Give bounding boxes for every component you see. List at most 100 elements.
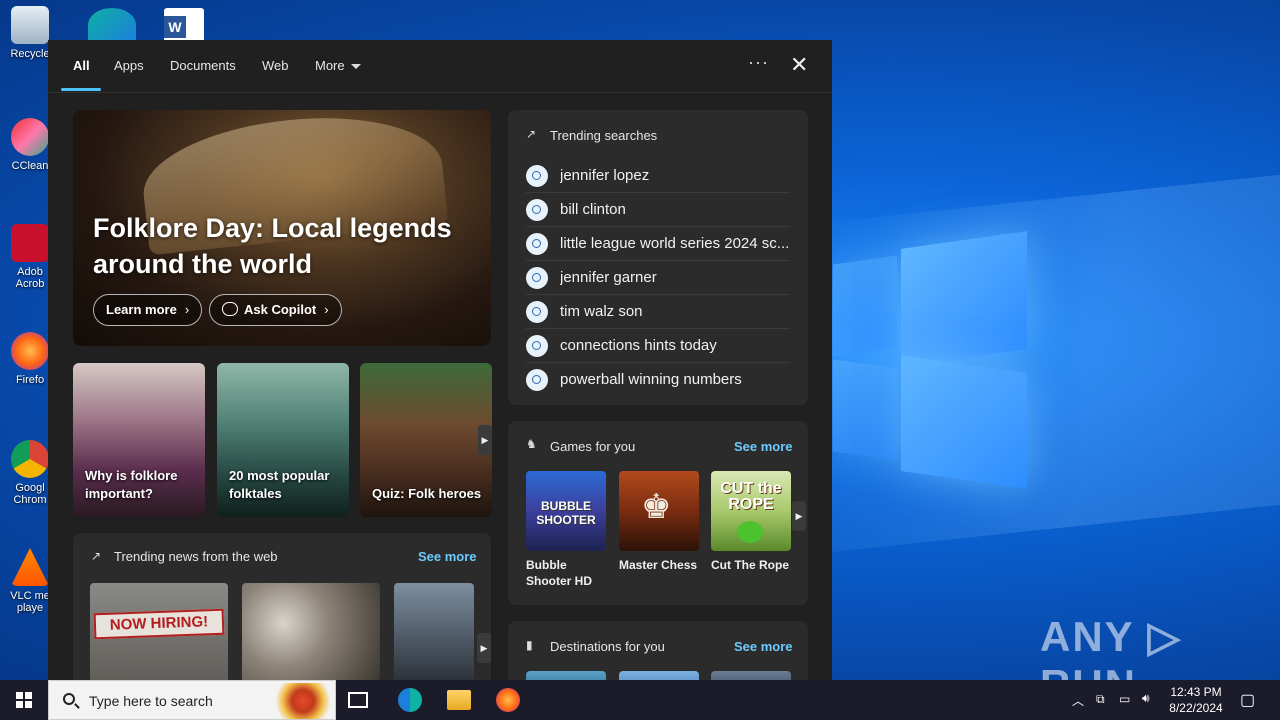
trending-search-text: bill clinton	[560, 201, 626, 218]
trending-search-item[interactable]: jennifer garner	[526, 261, 790, 295]
learn-more-label: Learn more	[106, 302, 177, 317]
search-icon	[526, 233, 548, 255]
clock-time: 12:43 PM	[1170, 685, 1222, 699]
search-icon	[526, 165, 548, 187]
trending-search-item[interactable]: bill clinton	[526, 193, 790, 227]
trending-search-item[interactable]: connections hints today	[526, 329, 790, 363]
close-icon[interactable]: ✕	[790, 52, 808, 78]
section-title: Trending news from the web	[114, 549, 278, 564]
trending-search-item[interactable]: little league world series 2024 sc...	[526, 227, 790, 261]
card-label: Quiz: Folk heroes	[372, 486, 482, 501]
firefox-icon[interactable]	[496, 688, 520, 712]
learn-more-button[interactable]: Learn more ›	[93, 294, 203, 326]
destinations-section: ▮ Destinations for you See more	[508, 621, 808, 680]
chrome-icon	[11, 440, 49, 478]
windows-logo-wallpaper	[833, 231, 1033, 489]
hero-banner[interactable]: Folklore Day: Local legends around the w…	[73, 110, 491, 346]
game-bubble-shooter[interactable]: BUBBLE SHOOTER Bubble Shooter HD	[526, 471, 606, 589]
network-icon[interactable]: ▭	[1119, 692, 1130, 706]
chevron-up-icon[interactable]: ︿	[1072, 692, 1084, 709]
see-more-link[interactable]: See more	[734, 639, 793, 654]
destination-thumbnail[interactable]	[619, 671, 699, 680]
tab-more[interactable]: More	[315, 58, 361, 73]
word-document-icon[interactable]: W	[164, 8, 204, 42]
meet-now-icon[interactable]: ⧉	[1096, 692, 1105, 707]
om-nom-icon	[737, 521, 763, 543]
news-thumbnail[interactable]: NOW HIRING!	[90, 583, 228, 680]
see-more-link[interactable]: See more	[734, 439, 793, 454]
game-master-chess[interactable]: ♚ Master Chess	[619, 471, 699, 573]
search-tabs: All Apps Documents Web More ··· ✕	[48, 40, 832, 93]
clock[interactable]: 12:43 PM 8/22/2024	[1160, 684, 1232, 716]
desktop-icon-label: Recycle	[10, 48, 50, 60]
desktop-icon-label: CClean	[11, 160, 49, 172]
volume-icon[interactable]: 🔊︎	[1142, 691, 1150, 706]
ask-copilot-button[interactable]: Ask Copilot ›	[209, 294, 342, 326]
edge-icon[interactable]	[398, 688, 422, 712]
tab-all[interactable]: All	[73, 58, 90, 73]
caret-down-icon	[350, 64, 361, 70]
game-thumbnail: CUT the ROPE	[711, 471, 791, 551]
game-cut-the-rope[interactable]: CUT the ROPE Cut The Rope	[711, 471, 791, 573]
trending-search-text: jennifer garner	[560, 269, 657, 286]
search-placeholder: Type here to search	[89, 693, 213, 709]
trending-search-text: connections hints today	[560, 337, 717, 354]
task-view-icon[interactable]	[348, 692, 368, 708]
search-icon	[63, 693, 75, 705]
desktop-icon-label: Firefo	[15, 374, 45, 386]
ccleaner-icon	[11, 118, 49, 156]
firefox-icon	[11, 332, 49, 370]
game-name: Master Chess	[619, 558, 698, 572]
tab-documents[interactable]: Documents	[170, 58, 236, 73]
trending-news-section: ↗ Trending news from the web See more NO…	[73, 533, 491, 680]
tab-apps[interactable]: Apps	[114, 58, 144, 73]
trending-search-item[interactable]: powerball winning numbers	[526, 363, 790, 397]
search-icon	[526, 335, 548, 357]
now-hiring-sign: NOW HIRING!	[93, 608, 225, 640]
game-thumbnail: BUBBLE SHOOTER	[526, 471, 606, 551]
trending-search-item[interactable]: jennifer lopez	[526, 159, 790, 193]
search-icon	[526, 267, 548, 289]
news-next-arrow-icon[interactable]: ▶	[477, 633, 491, 663]
see-more-link[interactable]: See more	[418, 549, 477, 564]
game-art-text: CUT the ROPE	[720, 480, 782, 513]
card-folklore-important[interactable]: Why is folklore important?	[73, 363, 205, 517]
game-name: Bubble Shooter HD	[526, 558, 592, 588]
card-popular-folktales[interactable]: 20 most popular folktales	[217, 363, 349, 517]
trending-search-text: little league world series 2024 sc...	[560, 235, 790, 252]
card-quiz-folk-heroes[interactable]: Quiz: Folk heroes	[360, 363, 492, 517]
chevron-right-icon: ›	[184, 302, 190, 317]
recycle-bin-icon	[11, 6, 49, 44]
windows-icon	[16, 692, 32, 708]
more-options-icon[interactable]: ···	[748, 52, 769, 73]
desktop-icon-label: Adob Acrob	[15, 266, 45, 290]
trending-search-text: powerball winning numbers	[560, 371, 742, 388]
section-title: Trending searches	[550, 128, 658, 143]
clock-date: 8/22/2024	[1169, 701, 1223, 715]
games-next-arrow-icon[interactable]: ▶	[792, 501, 806, 531]
card-label: 20 most popular folktales	[229, 468, 330, 501]
section-title: Games for you	[550, 439, 636, 454]
active-tab-indicator	[61, 88, 101, 91]
search-icon	[526, 199, 548, 221]
trending-search-item[interactable]: tim walz son	[526, 295, 790, 329]
destination-thumbnail[interactable]	[711, 671, 791, 680]
news-thumbnail[interactable]	[394, 583, 474, 680]
trending-up-icon: ↗	[91, 549, 102, 563]
desktop-icon-label: Googl Chrom	[13, 482, 47, 506]
destination-thumbnail[interactable]	[526, 671, 606, 680]
section-title: Destinations for you	[550, 639, 665, 654]
cards-next-arrow-icon[interactable]: ▶	[478, 425, 492, 455]
start-button[interactable]	[0, 680, 48, 720]
game-name: Cut The Rope	[711, 558, 789, 572]
file-explorer-icon[interactable]	[447, 690, 471, 710]
edge-desktop-icon[interactable]	[88, 8, 136, 42]
hero-title: Folklore Day: Local legends around the w…	[93, 213, 452, 279]
news-thumbnail[interactable]	[242, 583, 380, 680]
taskbar-search-box[interactable]: Type here to search	[48, 680, 336, 720]
adobe-acrobat-icon	[11, 224, 49, 262]
tab-web[interactable]: Web	[262, 58, 289, 73]
game-art-text: BUBBLE SHOOTER	[536, 499, 596, 527]
notifications-icon[interactable]: ▢	[1240, 690, 1255, 710]
search-icon	[526, 301, 548, 323]
